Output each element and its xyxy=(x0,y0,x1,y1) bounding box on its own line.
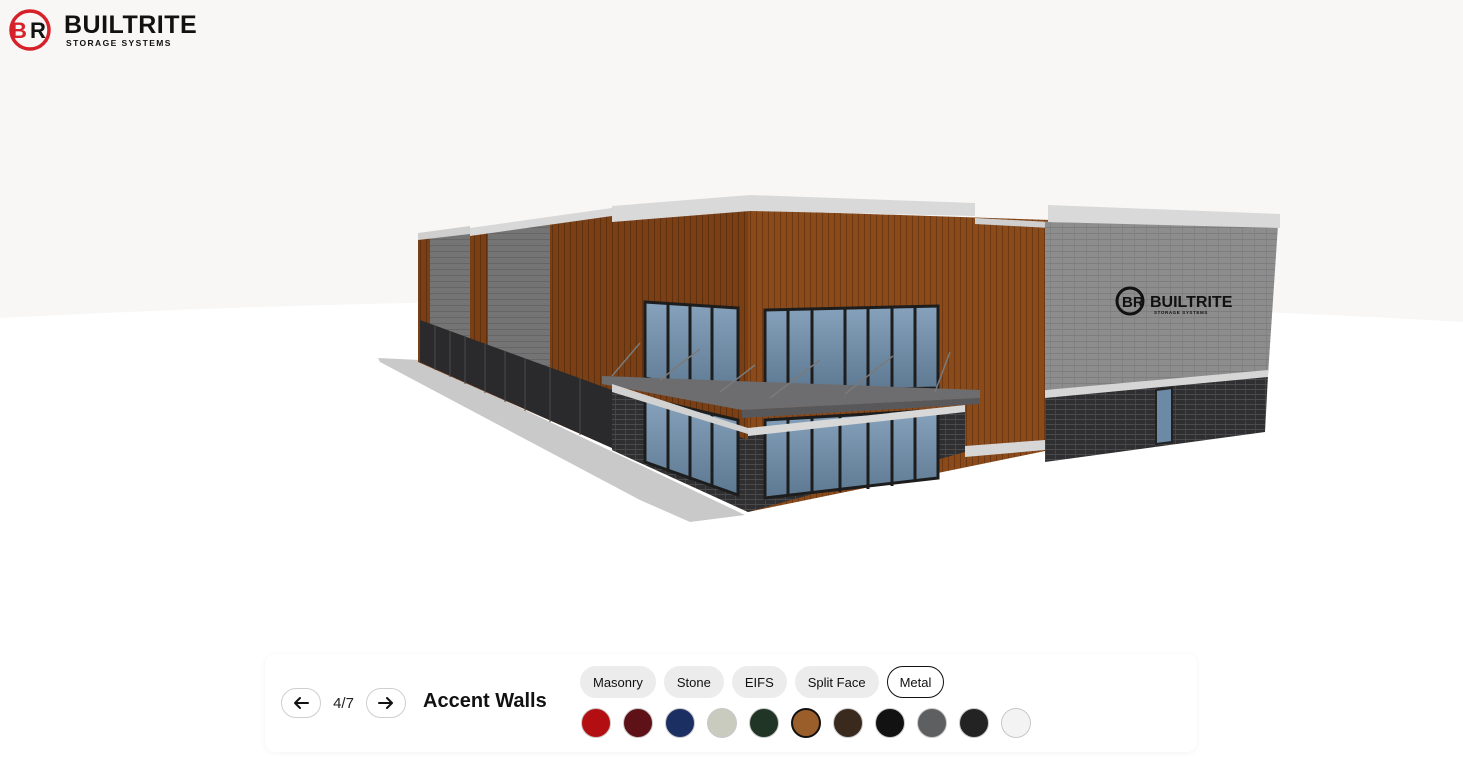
color-swatch[interactable] xyxy=(707,708,737,738)
arrow-left-icon xyxy=(294,697,309,709)
section-title: Accent Walls xyxy=(423,690,547,712)
brand-logo[interactable]: B R BUILTRITE STORAGE SYSTEMS xyxy=(8,8,197,52)
color-swatch[interactable] xyxy=(749,708,779,738)
next-step-button[interactable] xyxy=(366,688,406,718)
color-swatch[interactable] xyxy=(917,708,947,738)
configurator-panel: 4/7 Accent Walls Masonry Stone EIFS Spli… xyxy=(265,654,1197,752)
color-swatch[interactable] xyxy=(623,708,653,738)
color-swatch[interactable] xyxy=(959,708,989,738)
color-swatch[interactable] xyxy=(791,708,821,738)
tab-eifs[interactable]: EIFS xyxy=(731,666,787,698)
brand-tagline: STORAGE SYSTEMS xyxy=(66,37,172,48)
color-swatch[interactable] xyxy=(875,708,905,738)
color-swatch[interactable] xyxy=(581,708,611,738)
color-swatch[interactable] xyxy=(1001,708,1031,738)
svg-text:R: R xyxy=(30,18,46,43)
material-tabs: Masonry Stone EIFS Split Face Metal xyxy=(580,666,945,698)
building-3d-viewport[interactable]: BR BUILTRITE STORAGE SYSTEMS xyxy=(0,0,1463,765)
svg-text:B: B xyxy=(11,18,27,43)
brand-mark-icon: B R xyxy=(9,9,51,51)
color-swatch[interactable] xyxy=(665,708,695,738)
color-swatch[interactable] xyxy=(833,708,863,738)
previous-step-button[interactable] xyxy=(281,688,321,718)
brand-name: BUILTRITE xyxy=(64,10,198,39)
arrow-right-icon xyxy=(378,697,393,709)
tab-masonry[interactable]: Masonry xyxy=(580,666,656,698)
svg-text:BR: BR xyxy=(1122,294,1144,311)
step-counter: 4/7 xyxy=(333,694,354,712)
svg-text:STORAGE SYSTEMS: STORAGE SYSTEMS xyxy=(1154,310,1208,315)
svg-text:BUILTRITE: BUILTRITE xyxy=(1150,294,1233,311)
tab-split-face[interactable]: Split Face xyxy=(794,666,879,698)
tab-metal[interactable]: Metal xyxy=(886,666,945,698)
color-swatches xyxy=(581,708,1031,738)
tab-stone[interactable]: Stone xyxy=(663,666,724,698)
